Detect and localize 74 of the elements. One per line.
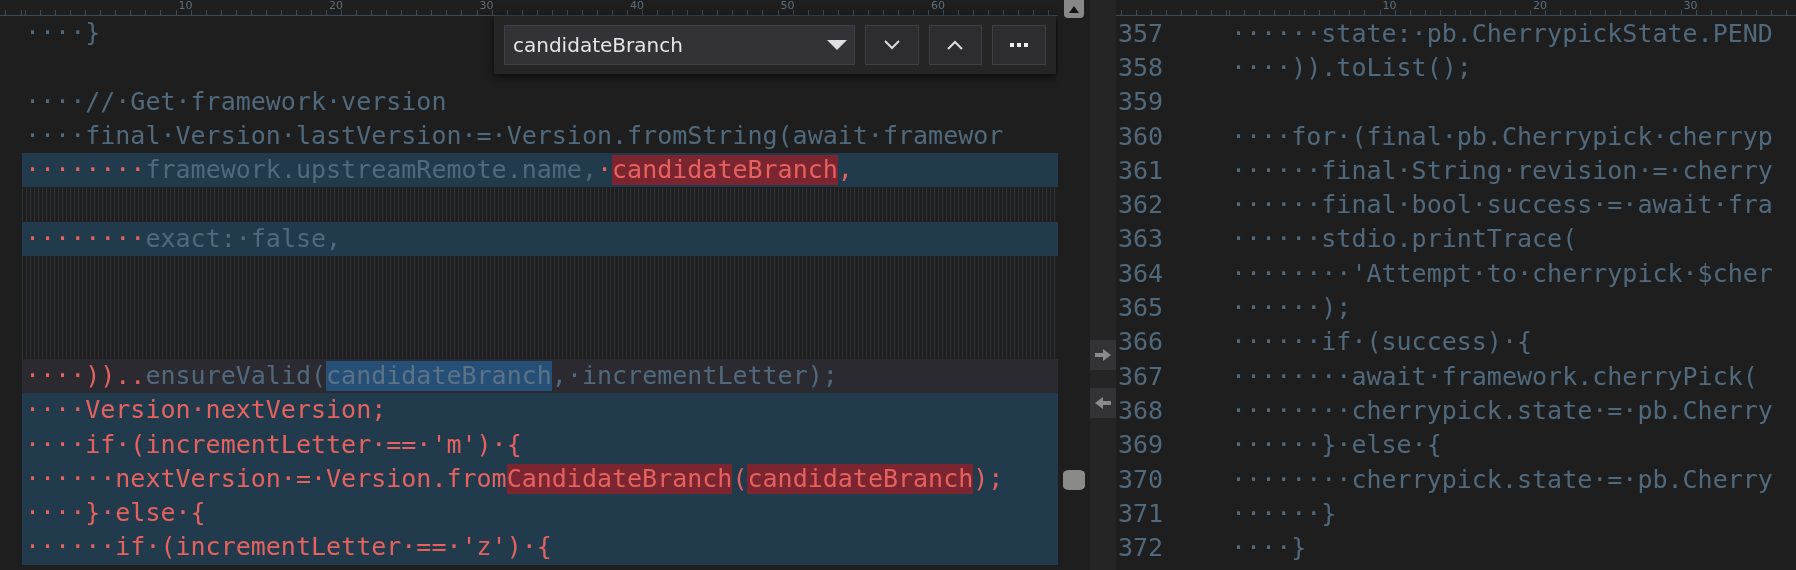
line-number: 361 — [1117, 155, 1165, 185]
code-text: ········await·framework.cherryPick( — [1231, 361, 1758, 391]
removed-text: ········ — [25, 223, 146, 255]
code-text: ······final·String·revision·=·cherry — [1231, 155, 1773, 185]
arrow-right-icon — [1095, 349, 1111, 361]
copy-right-button[interactable] — [1090, 340, 1116, 370]
line-number: 366 — [1117, 327, 1165, 357]
removed-text: · — [596, 155, 613, 186]
ellipsis-icon — [1010, 42, 1029, 48]
scrollbar-thumb[interactable] — [1063, 470, 1085, 490]
line-number: 368 — [1117, 395, 1165, 425]
line-number: 372 — [1117, 533, 1165, 563]
chevron-up-icon — [946, 39, 965, 51]
removed-text: ······nextVersion·=·Version.from — [25, 463, 507, 495]
code-text: ········cherrypick.state·=·pb.Cherry — [1231, 395, 1773, 425]
scroll-up-button[interactable] — [1064, 0, 1084, 18]
search-field[interactable]: candidateBranch — [504, 25, 855, 65]
code-text: ······state:·pb.CherrypickState.PEND — [1231, 18, 1773, 48]
changed-text: CandidateBranch — [506, 463, 733, 495]
code-text: ······}·else·{ — [1231, 430, 1442, 460]
more-options-button[interactable] — [992, 25, 1046, 65]
code-text: ······stdio.printTrace( — [1231, 224, 1578, 254]
code-text: ····)).toList(); — [1231, 52, 1472, 82]
line-number: 362 — [1117, 190, 1165, 220]
line-number: 369 — [1117, 430, 1165, 460]
code-text: ······if·(success)·{ — [1231, 327, 1533, 357]
ruler-number: 30 — [1683, 0, 1698, 14]
code-text: ········'Attempt·to·cherrypick·$cher — [1231, 258, 1773, 288]
removed-text: ········ — [25, 155, 146, 186]
removed-text: ····}·else·{ — [25, 498, 206, 529]
code-text: ········cherrypick.state·=·pb.Cherry — [1231, 464, 1773, 494]
code-text: ······); — [1231, 293, 1352, 322]
arrow-left-icon — [1095, 397, 1111, 409]
line-number: 365 — [1117, 293, 1165, 322]
ruler-number: 10 — [1382, 0, 1397, 14]
removed-text: ····Version·nextVersion; — [25, 395, 387, 426]
code-text: ····} — [25, 18, 101, 49]
ruler-number: 20 — [1533, 0, 1547, 14]
ruler-number: 40 — [630, 0, 644, 14]
triangle-up-icon — [1069, 5, 1079, 13]
line-number: 371 — [1117, 498, 1165, 528]
removed-text: ); — [973, 463, 1004, 495]
changed-text: candidateBranch — [747, 463, 974, 495]
line-number: 357 — [1117, 18, 1165, 48]
removed-text: ····)).. — [25, 360, 146, 392]
search-input[interactable]: candidateBranch — [505, 33, 820, 57]
copy-left-button[interactable] — [1090, 388, 1116, 418]
code-text: ······} — [1231, 498, 1337, 528]
caret-icon — [826, 39, 847, 51]
line-number: 363 — [1117, 224, 1165, 254]
line-number: 364 — [1117, 258, 1165, 288]
code-text: ····final·Version·lastVersion·=·Version.fromString(await·framewor — [25, 120, 1004, 152]
line-number: 367 — [1117, 361, 1165, 391]
removed-text: , — [837, 155, 853, 186]
code-text: ····} — [1231, 533, 1307, 563]
removed-text: ( — [732, 463, 748, 495]
ruler-number: 20 — [329, 0, 343, 14]
line-number: 359 — [1117, 87, 1165, 117]
ruler-number: 50 — [780, 0, 795, 14]
ruler-number: 30 — [479, 0, 494, 14]
line-number: 370 — [1117, 464, 1165, 494]
code-text: ,·incrementLetter); — [551, 360, 838, 392]
code-text: ····//·Get·framework·version — [25, 86, 447, 117]
ruler-number: 10 — [178, 0, 193, 14]
removed-text: ····if·(incrementLetter·==·'m')·{ — [25, 429, 522, 460]
code-text: ······final·bool·success·=·await·fra — [1231, 190, 1773, 220]
changed-text: candidateBranch — [612, 155, 838, 186]
removed-text: ······if·(incrementLetter·==·'z')·{ — [25, 532, 552, 563]
code-text: ····for·(final·pb.Cherrypick·cherryp — [1231, 121, 1773, 151]
chevron-down-icon — [882, 39, 901, 51]
line-number: 358 — [1117, 52, 1165, 82]
line-number: 360 — [1117, 121, 1165, 151]
ruler-number: 60 — [931, 0, 945, 14]
code-text: ensureValid( — [145, 360, 327, 392]
